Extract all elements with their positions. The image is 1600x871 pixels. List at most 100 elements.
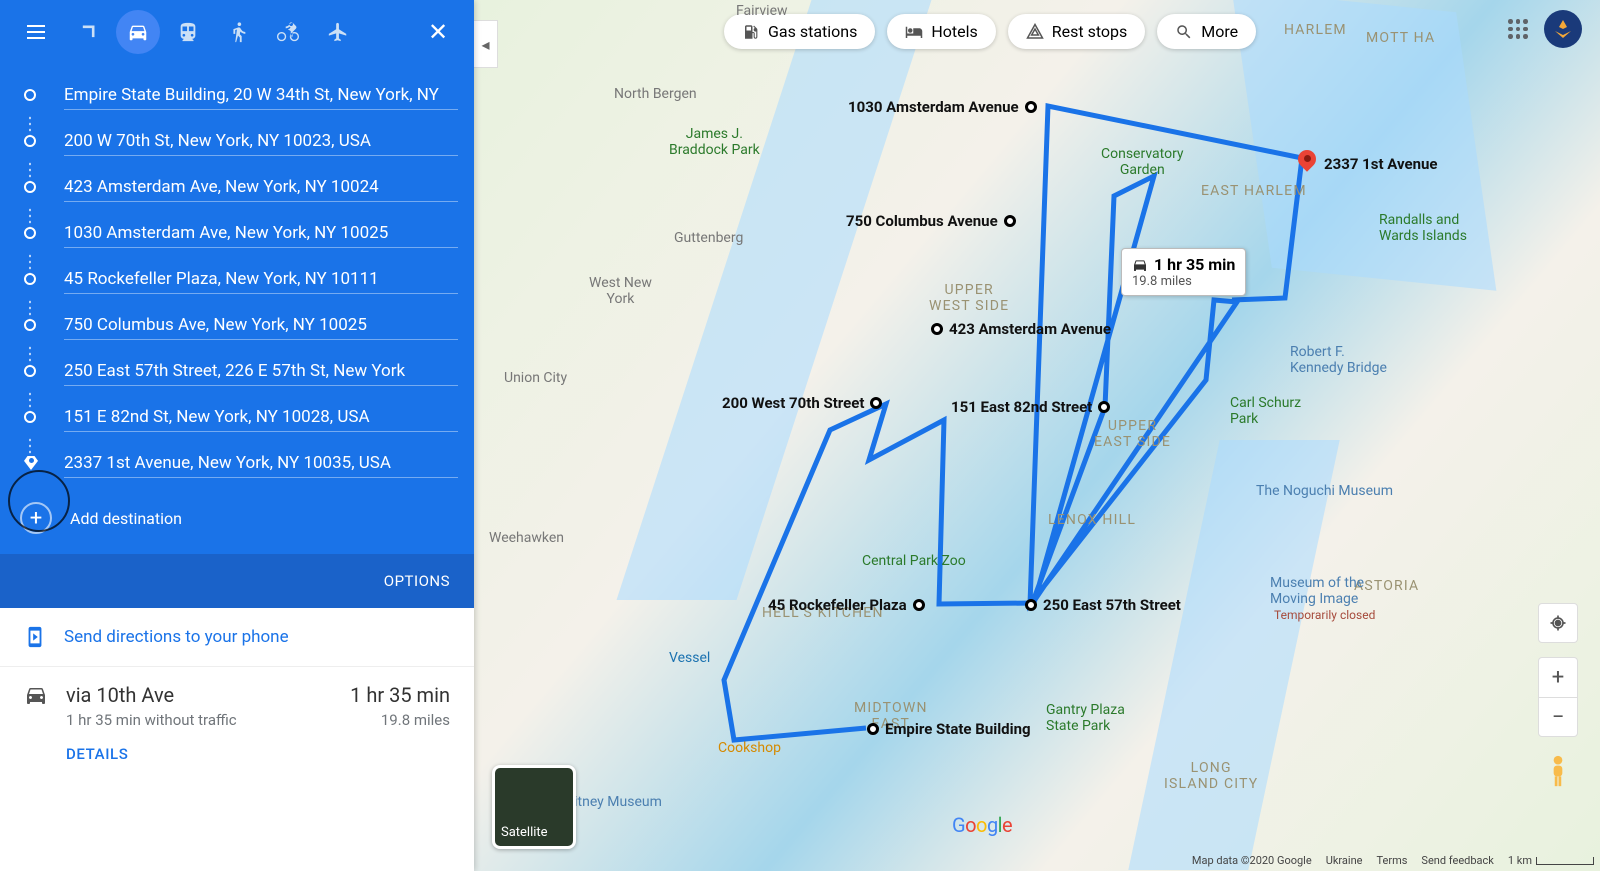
waypoint-input[interactable] — [64, 173, 458, 202]
hamburger-icon — [27, 31, 45, 33]
account-avatar[interactable] — [1544, 10, 1582, 48]
waypoint-row[interactable] — [24, 164, 458, 210]
pegman-button[interactable] — [1542, 751, 1574, 791]
map-area-label: LONG ISLAND CITY — [1164, 760, 1258, 792]
map-area-label: MOTT HA — [1366, 30, 1435, 46]
menu-button[interactable] — [16, 12, 56, 52]
waypoint-input[interactable] — [64, 265, 458, 294]
chip-gas-stations[interactable]: Gas stations — [724, 14, 875, 49]
waypoint-input[interactable] — [64, 357, 458, 386]
mode-walking[interactable] — [216, 10, 260, 54]
directions-sidebar: ✕ + Add destination OPTIONS Send directi… — [0, 0, 474, 871]
waypoint-input[interactable] — [64, 403, 458, 432]
route-title: via 10th Ave — [66, 683, 332, 707]
route-time: 1 hr 35 min — [350, 683, 450, 707]
plus-icon: + — [30, 506, 42, 531]
map-waypoint[interactable]: 1030 Amsterdam Avenue — [848, 98, 1037, 116]
add-destination-button[interactable]: + — [20, 502, 52, 534]
mode-flights[interactable] — [316, 10, 360, 54]
map-waypoint[interactable]: Empire State Building — [867, 720, 1031, 738]
waypoint-row[interactable] — [24, 394, 458, 440]
waypoint-marker-icon — [24, 89, 36, 101]
waypoint-marker-icon — [24, 181, 36, 193]
add-destination[interactable]: + Add destination — [24, 486, 458, 546]
map-area-label: UPPER WEST SIDE — [929, 282, 1009, 314]
mode-transit[interactable] — [166, 10, 210, 54]
map-canvas[interactable]: Gas stations Hotels Rest stops More Nort… — [474, 0, 1600, 871]
waypoint-row[interactable] — [24, 302, 458, 348]
waypoint-row[interactable] — [24, 72, 458, 118]
mode-driving[interactable] — [116, 10, 160, 54]
map-area-label: LENOX HILL — [1048, 512, 1136, 528]
map-poi[interactable]: The Noguchi Museum — [1256, 483, 1393, 499]
waypoint-input[interactable] — [64, 449, 458, 478]
map-poi[interactable]: Vessel — [669, 650, 710, 666]
map-waypoint[interactable]: 750 Columbus Avenue — [846, 212, 1016, 230]
mode-cycling[interactable] — [266, 10, 310, 54]
route-info-bubble[interactable]: 1 hr 35 min 19.8 miles — [1121, 248, 1246, 296]
map-area-label: HARLEM — [1284, 22, 1347, 38]
chip-rest-stops[interactable]: Rest stops — [1008, 14, 1146, 49]
destination-pin-icon — [1298, 150, 1318, 178]
waypoint-row[interactable] — [24, 118, 458, 164]
send-to-phone[interactable]: Send directions to your phone — [0, 608, 474, 667]
zoom-out-button[interactable]: − — [1538, 697, 1578, 737]
close-icon: ✕ — [428, 18, 448, 46]
map-area-label: EAST HARLEM — [1201, 183, 1307, 199]
map-label: Guttenberg — [674, 230, 743, 246]
send-to-phone-icon — [24, 626, 46, 648]
map-waypoint[interactable]: 250 East 57th Street — [1025, 596, 1181, 614]
map-poi[interactable]: Robert F. Kennedy Bridge — [1290, 344, 1387, 376]
map-attribution: Map data ©2020 Google Ukraine Terms Send… — [1192, 854, 1594, 867]
chip-hotels[interactable]: Hotels — [887, 14, 995, 49]
chip-more[interactable]: More — [1157, 14, 1256, 49]
car-icon — [24, 683, 48, 707]
top-right-controls — [1508, 10, 1582, 48]
waypoint-marker-icon — [24, 411, 36, 423]
waypoint-row[interactable] — [24, 348, 458, 394]
google-apps-button[interactable] — [1508, 19, 1528, 39]
options-button[interactable]: OPTIONS — [0, 554, 474, 608]
map-park-label: Conservatory Garden — [1101, 146, 1184, 178]
travel-mode-row — [66, 10, 408, 54]
map-waypoint[interactable]: 45 Rockefeller Plaza — [768, 596, 925, 614]
collapse-sidebar-button[interactable]: ◂ — [474, 20, 498, 68]
map-waypoint[interactable]: 151 East 82nd Street — [951, 398, 1110, 416]
locate-icon — [1548, 613, 1568, 633]
satellite-toggle[interactable]: Satellite — [492, 765, 576, 849]
attrib-country[interactable]: Ukraine — [1326, 854, 1363, 867]
waypoint-row[interactable] — [24, 440, 458, 486]
locate-button[interactable] — [1538, 603, 1578, 643]
waypoint-row[interactable] — [24, 256, 458, 302]
map-waypoint[interactable]: 423 Amsterdam Avenue — [931, 320, 1111, 338]
close-button[interactable]: ✕ — [418, 12, 458, 52]
mode-best[interactable] — [66, 10, 110, 54]
google-logo: Google — [952, 813, 1012, 837]
attrib-feedback[interactable]: Send feedback — [1421, 854, 1493, 867]
waypoint-marker-icon — [24, 135, 36, 147]
minus-icon: − — [1552, 705, 1565, 730]
zoom-controls: + − — [1538, 657, 1578, 737]
zoom-in-button[interactable]: + — [1538, 657, 1578, 697]
scale-control[interactable]: 1 km — [1508, 854, 1594, 867]
waypoint-row[interactable] — [24, 210, 458, 256]
map-label: North Bergen — [614, 86, 697, 102]
attrib-terms[interactable]: Terms — [1377, 854, 1408, 867]
waypoint-input[interactable] — [64, 311, 458, 340]
waypoint-input[interactable] — [64, 81, 458, 110]
pegman-icon — [1545, 754, 1571, 788]
map-poi[interactable]: Museum of the Moving Image — [1270, 575, 1364, 607]
add-destination-label: Add destination — [70, 509, 182, 528]
route-distance: 19.8 miles — [381, 711, 450, 729]
map-park-label: Gantry Plaza State Park — [1046, 702, 1125, 734]
waypoint-marker-icon — [24, 273, 36, 285]
map-waypoint[interactable]: 200 West 70th Street — [722, 394, 882, 412]
waypoint-input[interactable] — [64, 219, 458, 248]
map-poi[interactable]: Central Park Zoo — [862, 553, 966, 569]
route-summary[interactable]: via 10th Ave 1 hr 35 min 1 hr 35 min wit… — [0, 667, 474, 779]
map-poi[interactable]: Cookshop — [718, 740, 781, 756]
details-button[interactable]: DETAILS — [66, 745, 450, 763]
map-park-label: Carl Schurz Park — [1230, 395, 1301, 427]
waypoint-input[interactable] — [64, 127, 458, 156]
map-waypoint-destination[interactable]: 2337 1st Avenue — [1298, 150, 1438, 178]
